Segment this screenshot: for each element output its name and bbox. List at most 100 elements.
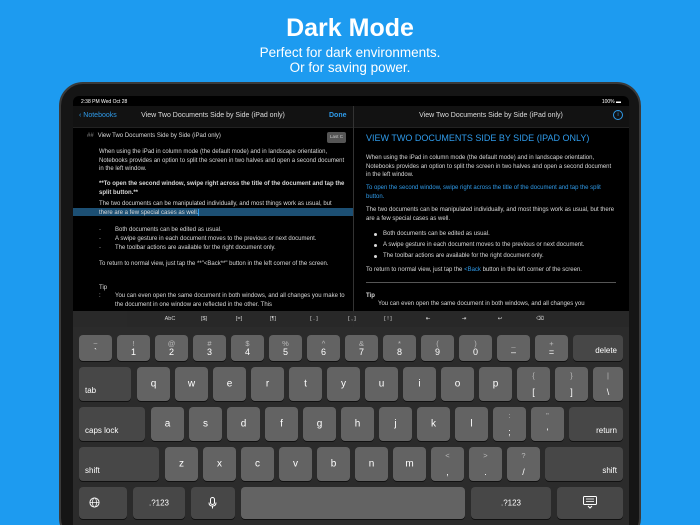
delete-key[interactable]: delete bbox=[573, 335, 623, 361]
backspace-icon[interactable]: ⌫ bbox=[527, 314, 553, 324]
toolbar-exclamation-button[interactable]: [ ! ] bbox=[375, 314, 401, 324]
toolbar-equals-button[interactable]: [=] bbox=[226, 314, 252, 324]
editor-paragraph-2: **To open the second window, swipe right… bbox=[99, 181, 345, 196]
key-v[interactable]: v bbox=[279, 447, 312, 481]
key-4[interactable]: $4 bbox=[231, 335, 264, 361]
key-8[interactable]: * 8 bbox=[383, 335, 416, 361]
preview-heading: VIEW TWO DOCUMENTS SIDE BY SIDE (IPAD ON… bbox=[366, 133, 590, 143]
editor-heading: ## View Two Documents Side by Side (iPad … bbox=[87, 132, 221, 141]
key-slash[interactable]: ? / bbox=[507, 447, 540, 481]
key-r[interactable]: r bbox=[251, 367, 284, 401]
editor-paragraph-3: The two documents can be manipulated ind… bbox=[99, 200, 347, 217]
key-w[interactable]: w bbox=[175, 367, 208, 401]
preview-paragraph-1: When using the iPad in column mode (the … bbox=[366, 155, 612, 178]
globe-key[interactable] bbox=[79, 487, 127, 519]
heading-hash: ## bbox=[87, 133, 94, 139]
undo-icon[interactable]: ↩ bbox=[487, 314, 513, 324]
editor-paragraph-1: When using the iPad in column mode (the … bbox=[99, 149, 345, 172]
battery-indicator: 100% ▬ bbox=[601, 99, 621, 105]
key-period[interactable]: >. bbox=[469, 447, 502, 481]
key-t[interactable]: t bbox=[289, 367, 322, 401]
ipad-screen: 2:38 PM Wed Oct 28 100% ▬ ‹ Notebooks Vi… bbox=[73, 96, 629, 525]
key-y[interactable]: y bbox=[327, 367, 360, 401]
key-0[interactable]: ) 0 bbox=[459, 335, 492, 361]
key-9[interactable]: (9 bbox=[421, 335, 454, 361]
caps-lock-key[interactable]: caps lock bbox=[79, 407, 145, 441]
bullet-dot bbox=[374, 255, 377, 258]
key-x[interactable]: x bbox=[203, 447, 236, 481]
hero-subtitle-line-2: Or for saving power. bbox=[289, 60, 411, 75]
done-button[interactable]: Done bbox=[329, 112, 347, 119]
status-time: 2:38 PM Wed Oct 28 bbox=[81, 99, 128, 105]
key-left-bracket[interactable]: {[ bbox=[517, 367, 550, 401]
hero-subtitle-line-1: Perfect for dark environments. bbox=[259, 45, 441, 60]
key-minus[interactable]: _ – bbox=[497, 335, 530, 361]
toolbar-abc-button[interactable]: AbC bbox=[157, 314, 183, 324]
key-semicolon[interactable]: :; bbox=[493, 407, 526, 441]
key-c[interactable]: c bbox=[241, 447, 274, 481]
key-p[interactable]: p bbox=[479, 367, 512, 401]
key-z[interactable]: z bbox=[165, 447, 198, 481]
key-e[interactable]: e bbox=[213, 367, 246, 401]
preview-paragraph-2: To open the second window, swipe right a… bbox=[366, 185, 601, 200]
key-g[interactable]: g bbox=[303, 407, 336, 441]
back-link[interactable]: <Back bbox=[464, 267, 481, 273]
numbers-key-right[interactable]: .?123 bbox=[471, 487, 551, 519]
editor-tip-text: You can even open the same document in b… bbox=[115, 293, 345, 308]
key-n[interactable]: n bbox=[355, 447, 388, 481]
indent-right-icon[interactable]: ⇥ bbox=[451, 314, 477, 324]
toolbar-dollar-button[interactable]: [$] bbox=[191, 314, 217, 324]
indent-left-icon[interactable]: ⇤ bbox=[415, 314, 441, 324]
key-u[interactable]: u bbox=[365, 367, 398, 401]
key-a[interactable]: a bbox=[151, 407, 184, 441]
numbers-key-left[interactable]: .?123 bbox=[133, 487, 185, 519]
key-b[interactable]: b bbox=[317, 447, 350, 481]
key-s[interactable]: s bbox=[189, 407, 222, 441]
key-6[interactable]: ^ 6 bbox=[307, 335, 340, 361]
key-equals[interactable]: + = bbox=[535, 335, 568, 361]
preview-rule bbox=[366, 282, 616, 283]
navigation-bar: ‹ Notebooks View Two Documents Side by S… bbox=[73, 106, 629, 128]
toolbar-pilcrow-button[interactable]: [¶] bbox=[260, 314, 286, 324]
preview-title[interactable]: View Two Documents Side by Side (iPad on… bbox=[353, 112, 629, 119]
key-h[interactable]: h bbox=[341, 407, 374, 441]
dictation-key[interactable] bbox=[191, 487, 235, 519]
text-cursor bbox=[198, 208, 200, 216]
toolbar-period-button[interactable]: [ . ] bbox=[301, 314, 327, 324]
key-backslash[interactable]: | \ bbox=[593, 367, 623, 401]
dismiss-keyboard-key[interactable] bbox=[557, 487, 623, 519]
key-l[interactable]: l bbox=[455, 407, 488, 441]
key-m[interactable]: m bbox=[393, 447, 426, 481]
preview-list-text: Both documents can be edited as usual. bbox=[383, 231, 490, 237]
key-backtick[interactable]: ~ ` bbox=[79, 335, 112, 361]
shift-right-key[interactable]: shift bbox=[545, 447, 623, 481]
key-k[interactable]: k bbox=[417, 407, 450, 441]
key-q[interactable]: q bbox=[137, 367, 170, 401]
tab-key[interactable]: tab bbox=[79, 367, 131, 401]
key-f[interactable]: f bbox=[265, 407, 298, 441]
preview-tip-text: You can even open the same document in b… bbox=[378, 301, 585, 307]
info-icon[interactable]: i bbox=[613, 110, 623, 120]
key-1[interactable]: ! 1 bbox=[117, 335, 150, 361]
key-d[interactable]: d bbox=[227, 407, 260, 441]
key-5[interactable]: % 5 bbox=[269, 335, 302, 361]
return-key[interactable]: return bbox=[569, 407, 623, 441]
key-o[interactable]: o bbox=[441, 367, 474, 401]
key-j[interactable]: j bbox=[379, 407, 412, 441]
key-2[interactable]: @2 bbox=[155, 335, 188, 361]
key-i[interactable]: i bbox=[403, 367, 436, 401]
space-bar[interactable] bbox=[241, 487, 465, 519]
key-7[interactable]: & 7 bbox=[345, 335, 378, 361]
key-right-bracket[interactable]: }] bbox=[555, 367, 588, 401]
key-3[interactable]: #3 bbox=[193, 335, 226, 361]
toolbar-comma-button[interactable]: [ , ] bbox=[339, 314, 365, 324]
shift-left-key[interactable]: shift bbox=[79, 447, 159, 481]
hero-subtitle: Perfect for dark environments. Or for sa… bbox=[0, 45, 700, 75]
hero-title: Dark Mode bbox=[286, 14, 414, 42]
key-comma[interactable]: <, bbox=[431, 447, 464, 481]
globe-icon bbox=[89, 497, 100, 510]
key-quote[interactable]: " ' bbox=[531, 407, 564, 441]
preview-paragraph-3: The two documents can be manipulated ind… bbox=[366, 207, 615, 222]
editor-title[interactable]: View Two Documents Side by Side (iPad on… bbox=[73, 112, 353, 119]
editor-list-text: A swipe gesture in each document moves t… bbox=[115, 236, 317, 242]
